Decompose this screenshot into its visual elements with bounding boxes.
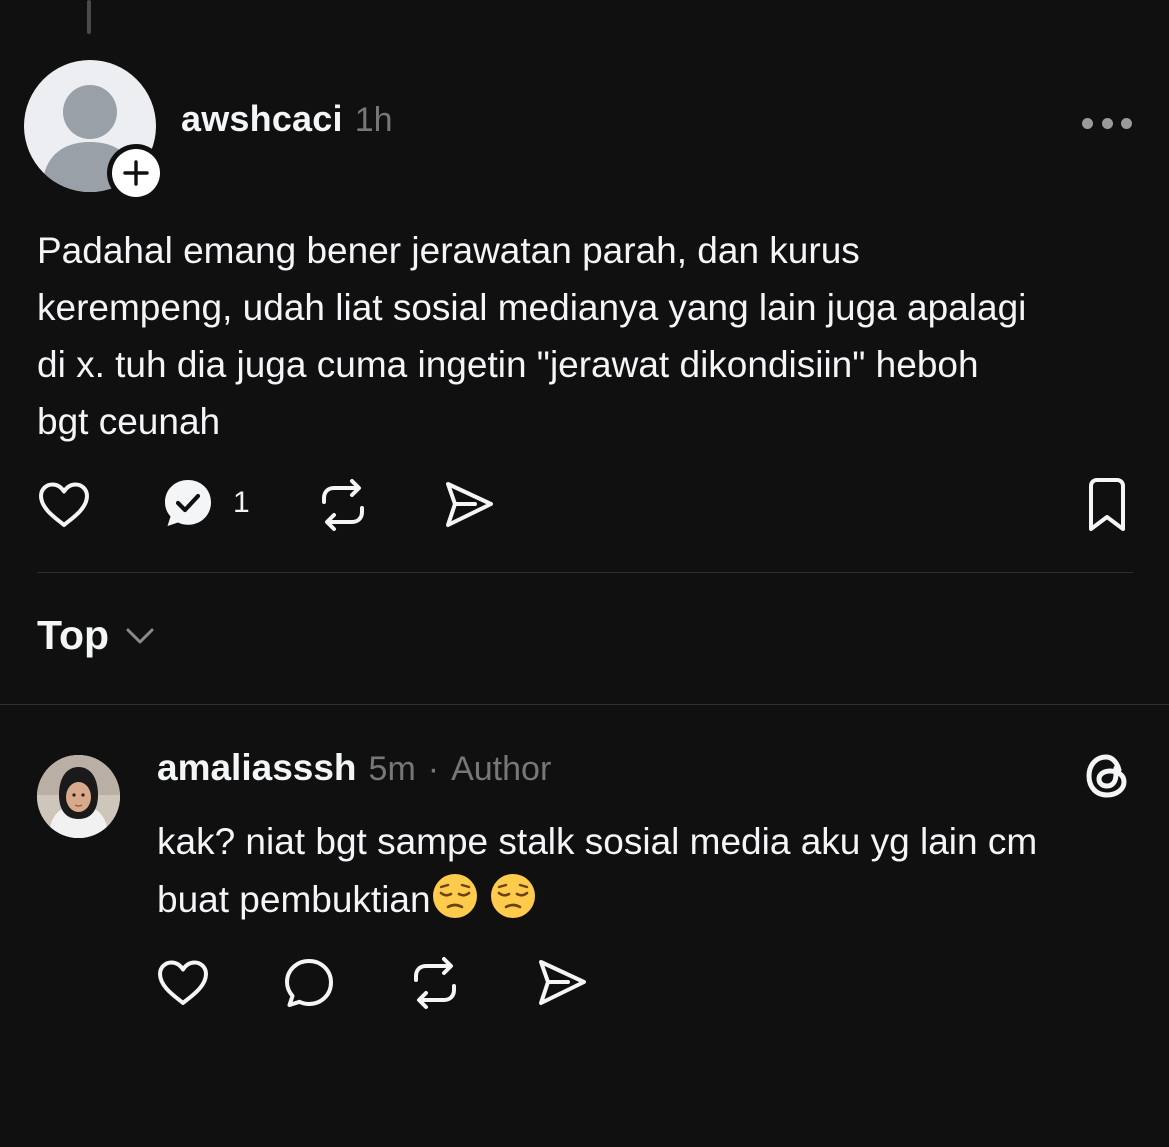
heart-icon — [39, 482, 89, 527]
bookmark-icon — [1089, 478, 1125, 531]
pensive-face-emoji — [432, 874, 477, 918]
more-icon — [1082, 117, 1093, 129]
repost-icon — [414, 957, 456, 1009]
author-badge: Author — [451, 750, 552, 788]
reply-text-line1: kak? niat bgt sampe stalk sosial media a… — [157, 821, 1038, 862]
reply-repost-button[interactable] — [408, 956, 462, 1010]
threads-logo-icon — [1081, 750, 1133, 802]
more-options-button[interactable] — [1082, 116, 1132, 130]
follow-button[interactable] — [107, 144, 165, 202]
post-header: awshcaci 1h — [181, 98, 393, 142]
reply-username[interactable]: amaliasssh — [157, 747, 357, 789]
heart-icon — [158, 960, 208, 1005]
author-username[interactable]: awshcaci — [181, 98, 343, 140]
repost-icon — [322, 479, 364, 531]
post-timestamp: 1h — [354, 101, 393, 139]
reply-timestamp: 5m — [368, 750, 416, 788]
pensive-face-emoji — [490, 874, 535, 918]
reply-header: amaliasssh 5m · Author — [157, 747, 551, 789]
like-button[interactable] — [37, 478, 91, 532]
sort-replies-dropdown[interactable]: Top — [37, 612, 155, 659]
reply-comment-button[interactable] — [282, 956, 336, 1010]
share-button[interactable] — [442, 478, 496, 532]
reply-share-button[interactable] — [535, 956, 589, 1010]
comment-icon — [285, 959, 333, 1007]
reply-text-line2: buat pembuktian — [157, 879, 431, 920]
user-photo-icon — [37, 755, 120, 838]
share-icon — [539, 960, 586, 1005]
share-icon — [446, 482, 493, 527]
reply-count: 1 — [233, 486, 250, 519]
post-body-text: Padahal emang bener jerawatan parah, dan… — [37, 230, 1027, 442]
reply-body-text: kak? niat bgt sampe stalk sosial media a… — [157, 813, 1147, 929]
meta-separator: · — [427, 750, 440, 788]
plus-icon — [123, 160, 149, 186]
sort-label: Top — [37, 612, 110, 658]
chevron-down-icon — [126, 628, 154, 643]
reply-author-avatar[interactable] — [37, 755, 120, 838]
reply-action[interactable]: 1 — [161, 476, 250, 530]
reply-checked-icon — [165, 480, 211, 526]
reply-like-button[interactable] — [156, 956, 210, 1010]
section-divider — [0, 704, 1169, 705]
thread-connector-line — [87, 0, 91, 34]
bookmark-button[interactable] — [1083, 477, 1131, 533]
repost-button[interactable] — [316, 478, 370, 532]
post-divider — [37, 572, 1133, 573]
